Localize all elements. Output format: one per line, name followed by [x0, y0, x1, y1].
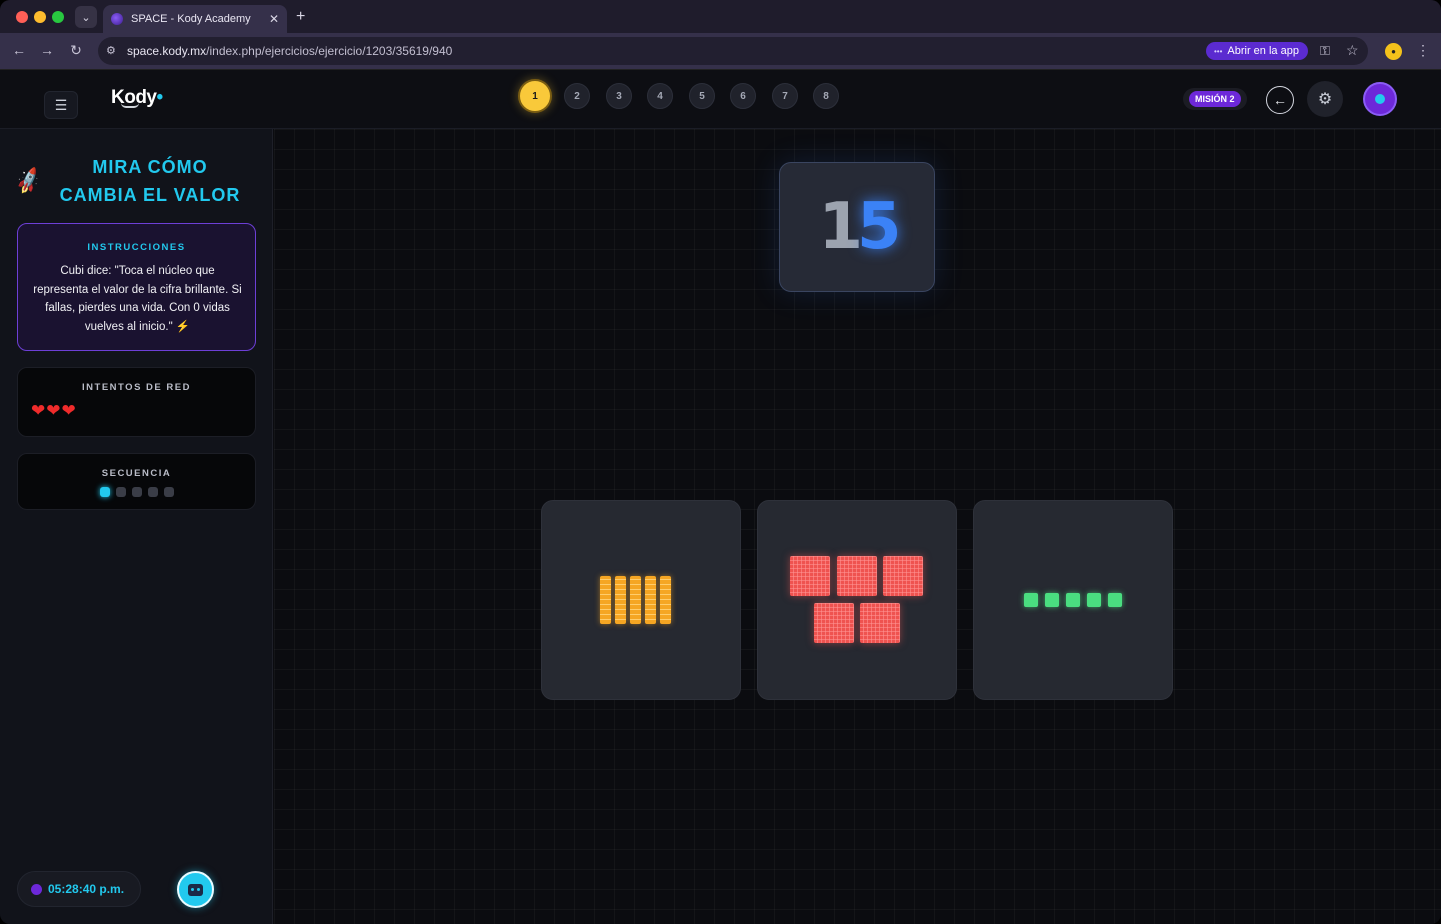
unit-cube — [1087, 593, 1101, 607]
bookmark-star-icon[interactable]: ☆ — [1346, 42, 1359, 59]
assistant-bot-button[interactable] — [177, 871, 214, 908]
step-1[interactable]: 1 — [518, 79, 552, 113]
step-5[interactable]: 5 — [689, 83, 715, 109]
site-settings-icon[interactable]: ⚙ — [106, 44, 120, 58]
instructions-heading: INSTRUCCIONES — [87, 242, 186, 253]
lives-card: INTENTOS DE RED ❤ ❤ ❤ — [17, 367, 256, 437]
reload-icon[interactable]: ↻ — [67, 42, 85, 59]
ten-rod — [645, 576, 656, 624]
hamburger-menu-button[interactable]: ☰ — [44, 91, 78, 119]
browser-profile-icon[interactable]: ● — [1385, 43, 1402, 60]
new-tab-button[interactable]: + — [296, 8, 305, 26]
step-8[interactable]: 8 — [813, 83, 839, 109]
open-in-app-label: Abrir en la app — [1227, 45, 1299, 57]
back-arrow-icon[interactable]: ← — [10, 42, 28, 58]
gear-icon: ⚙ — [1317, 91, 1333, 108]
tab-bar: ⌄ SPACE - Kody Academy ✕ + — [0, 0, 1441, 33]
settings-button[interactable]: ⚙ — [1307, 81, 1343, 117]
sequence-dots — [100, 487, 174, 497]
sequence-card: SECUENCIA — [17, 453, 256, 510]
sequence-heading: SECUENCIA — [101, 468, 172, 479]
unit-cube — [1024, 593, 1038, 607]
heart-icon: ❤ — [31, 401, 46, 420]
clock-badge: 05:28:40 p.m. — [17, 871, 141, 907]
step-2[interactable]: 2 — [564, 83, 590, 109]
units-digit: 5 — [857, 190, 901, 264]
unit-cube — [1108, 593, 1122, 607]
ten-rod — [660, 576, 671, 624]
password-key-icon[interactable]: ⚿ — [1320, 43, 1330, 59]
hearts: ❤ ❤ ❤ — [31, 402, 76, 420]
step-7[interactable]: 7 — [772, 83, 798, 109]
favicon-icon — [111, 13, 123, 25]
instructions-card: INSTRUCCIONES Cubi dice: "Toca el núcleo… — [17, 223, 256, 351]
ten-rod — [630, 576, 641, 624]
minimize-window-button[interactable] — [34, 11, 46, 23]
hundred-flat — [860, 603, 900, 643]
browser-menu-icon[interactable]: ⋮ — [1416, 42, 1430, 59]
clock-text: 05:28:40 p.m. — [48, 882, 125, 896]
hamburger-icon: ☰ — [54, 96, 68, 113]
step-4[interactable]: 4 — [647, 83, 673, 109]
number-card: 15 — [779, 162, 935, 292]
step-3[interactable]: 3 — [606, 83, 632, 109]
option-unit-cubes[interactable] — [973, 500, 1173, 700]
close-window-button[interactable] — [16, 11, 28, 23]
browser-tab[interactable]: SPACE - Kody Academy ✕ — [103, 5, 287, 33]
rods-group — [600, 576, 671, 624]
tab-title: SPACE - Kody Academy — [131, 13, 251, 25]
sequence-dot — [100, 487, 110, 497]
browser-toolbar: ← → ↻ ⚙ space.kody.mx/index.php/ejercici… — [0, 33, 1441, 70]
mission-badge: MISIÓN 2 — [1183, 88, 1247, 110]
unit-cube — [1045, 593, 1059, 607]
open-in-app-button[interactable]: ••• Abrir en la app — [1206, 42, 1308, 60]
avatar-dot — [1375, 94, 1385, 104]
hundred-flat — [814, 603, 854, 643]
ten-rod — [615, 576, 626, 624]
option-hundreds-flats[interactable] — [757, 500, 957, 700]
instructions-text: Cubi dice: "Toca el núcleo que represent… — [33, 265, 242, 333]
units-group — [1024, 593, 1122, 607]
maximize-window-button[interactable] — [52, 11, 64, 23]
logo-smile — [121, 103, 139, 108]
main-area: 15 — [274, 129, 1441, 924]
tab-search-button[interactable]: ⌄ — [75, 6, 97, 28]
sequence-dot — [116, 487, 126, 497]
avatar[interactable] — [1363, 82, 1397, 116]
tens-digit: 1 — [818, 190, 862, 264]
forward-arrow-icon[interactable]: → — [38, 42, 56, 58]
lives-heading: INTENTOS DE RED — [82, 382, 191, 393]
sequence-dot — [148, 487, 158, 497]
robot-icon — [188, 883, 203, 896]
url-text[interactable]: space.kody.mx/index.php/ejercicios/ejerc… — [127, 44, 452, 58]
heart-icon: ❤ — [46, 401, 61, 420]
clock-icon — [31, 883, 42, 895]
hundred-flat — [883, 556, 923, 596]
step-6[interactable]: 6 — [730, 83, 756, 109]
sidebar: 🚀 MIRA CÓMO CAMBIA EL VALOR INSTRUCCIONE… — [0, 129, 273, 924]
hundred-flat — [790, 556, 830, 596]
app-dots-icon: ••• — [1214, 46, 1223, 56]
address-bar[interactable]: ⚙ space.kody.mx/index.php/ejercicios/eje… — [98, 37, 1368, 65]
rocket-icon: 🚀 — [13, 167, 45, 197]
unit-cube — [1066, 593, 1080, 607]
browser-window: ⌄ SPACE - Kody Academy ✕ + ← → ↻ ⚙ space… — [0, 0, 1441, 924]
arrow-left-icon: ← — [1273, 92, 1287, 108]
option-tens-rods[interactable] — [541, 500, 741, 700]
mission-title: MIRA CÓMO CAMBIA EL VALOR — [59, 157, 241, 205]
hundred-flat — [837, 556, 877, 596]
sequence-dot — [132, 487, 142, 497]
back-button[interactable]: ← — [1266, 86, 1294, 114]
sequence-dot — [164, 487, 174, 497]
close-tab-icon[interactable]: ✕ — [269, 12, 279, 26]
chevron-down-icon: ⌄ — [81, 11, 91, 24]
ten-rod — [600, 576, 611, 624]
heart-icon: ❤ — [61, 401, 76, 420]
